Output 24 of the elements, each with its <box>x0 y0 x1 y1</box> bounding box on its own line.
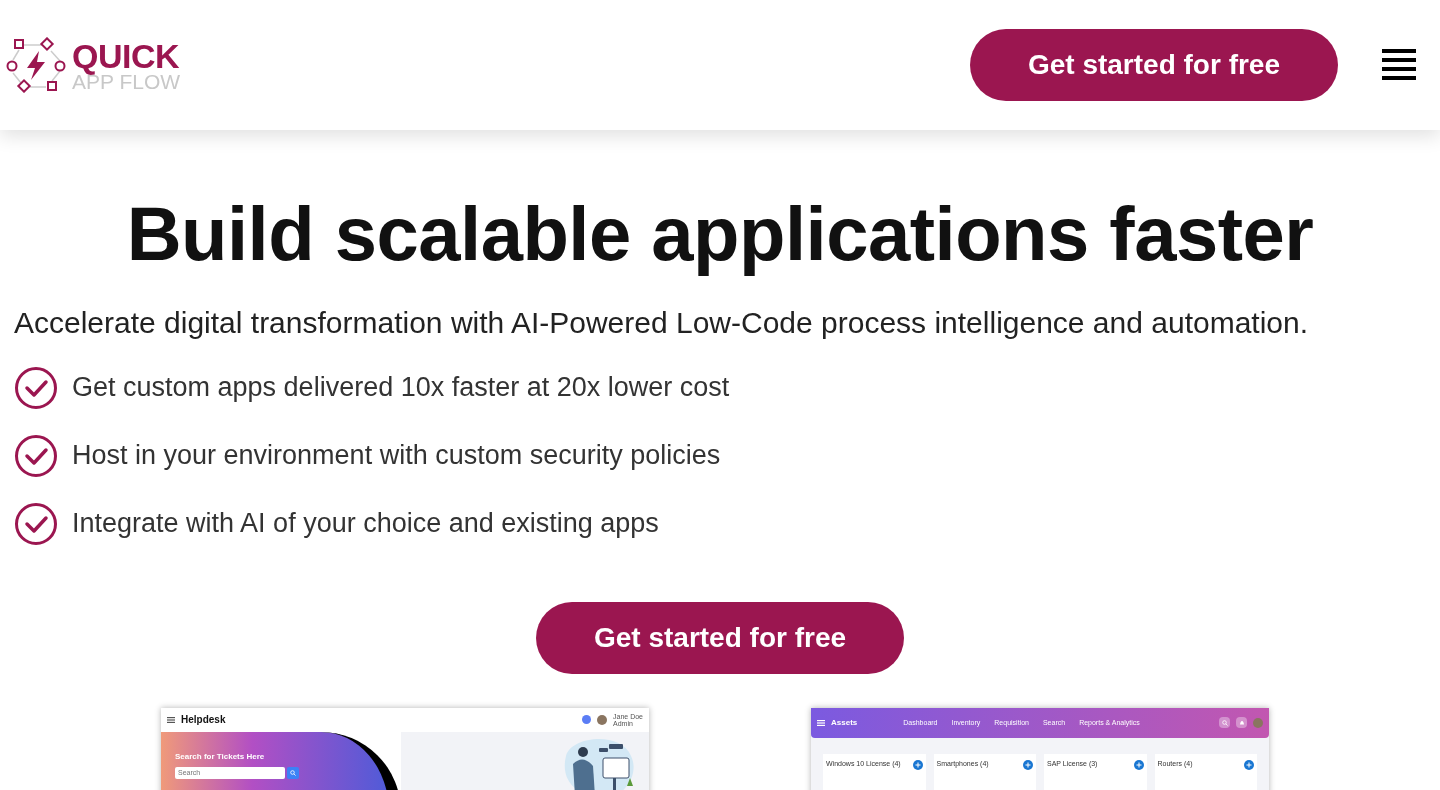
app-title: Helpdesk <box>181 714 226 726</box>
add-icon[interactable] <box>1133 759 1144 770</box>
feature-text: Get custom apps delivered 10x faster at 20x lower cost <box>72 372 730 404</box>
feature-text: Host in your environment with custom security policies <box>72 440 721 472</box>
search-icon[interactable] <box>290 769 296 776</box>
add-icon[interactable] <box>912 759 923 770</box>
get-started-button[interactable]: Get started for free <box>535 601 905 674</box>
search-heading: Search for Tickets Here <box>175 751 266 761</box>
avatar <box>1253 717 1263 728</box>
check-circle-icon <box>14 501 58 546</box>
subtitle: Accelerate digital transformation with AI-Powered Low-Code process intelligence and automation. <box>14 305 1310 340</box>
get-started-button[interactable]: Get started for free <box>969 29 1338 101</box>
menu-icon[interactable] <box>1382 49 1416 81</box>
avatar <box>597 714 608 725</box>
logo-icon <box>6 37 66 93</box>
add-icon[interactable] <box>1244 759 1254 770</box>
check-circle-icon <box>14 365 58 410</box>
headline: Build scalable applications faster <box>125 192 1315 276</box>
add-icon[interactable] <box>1023 759 1033 770</box>
app-title: Assets <box>831 718 858 728</box>
check-circle-icon <box>14 433 58 478</box>
menu-icon <box>167 716 175 723</box>
menu-icon <box>817 719 825 726</box>
feature-text: Integrate with AI of your choice and existing apps <box>72 508 659 540</box>
